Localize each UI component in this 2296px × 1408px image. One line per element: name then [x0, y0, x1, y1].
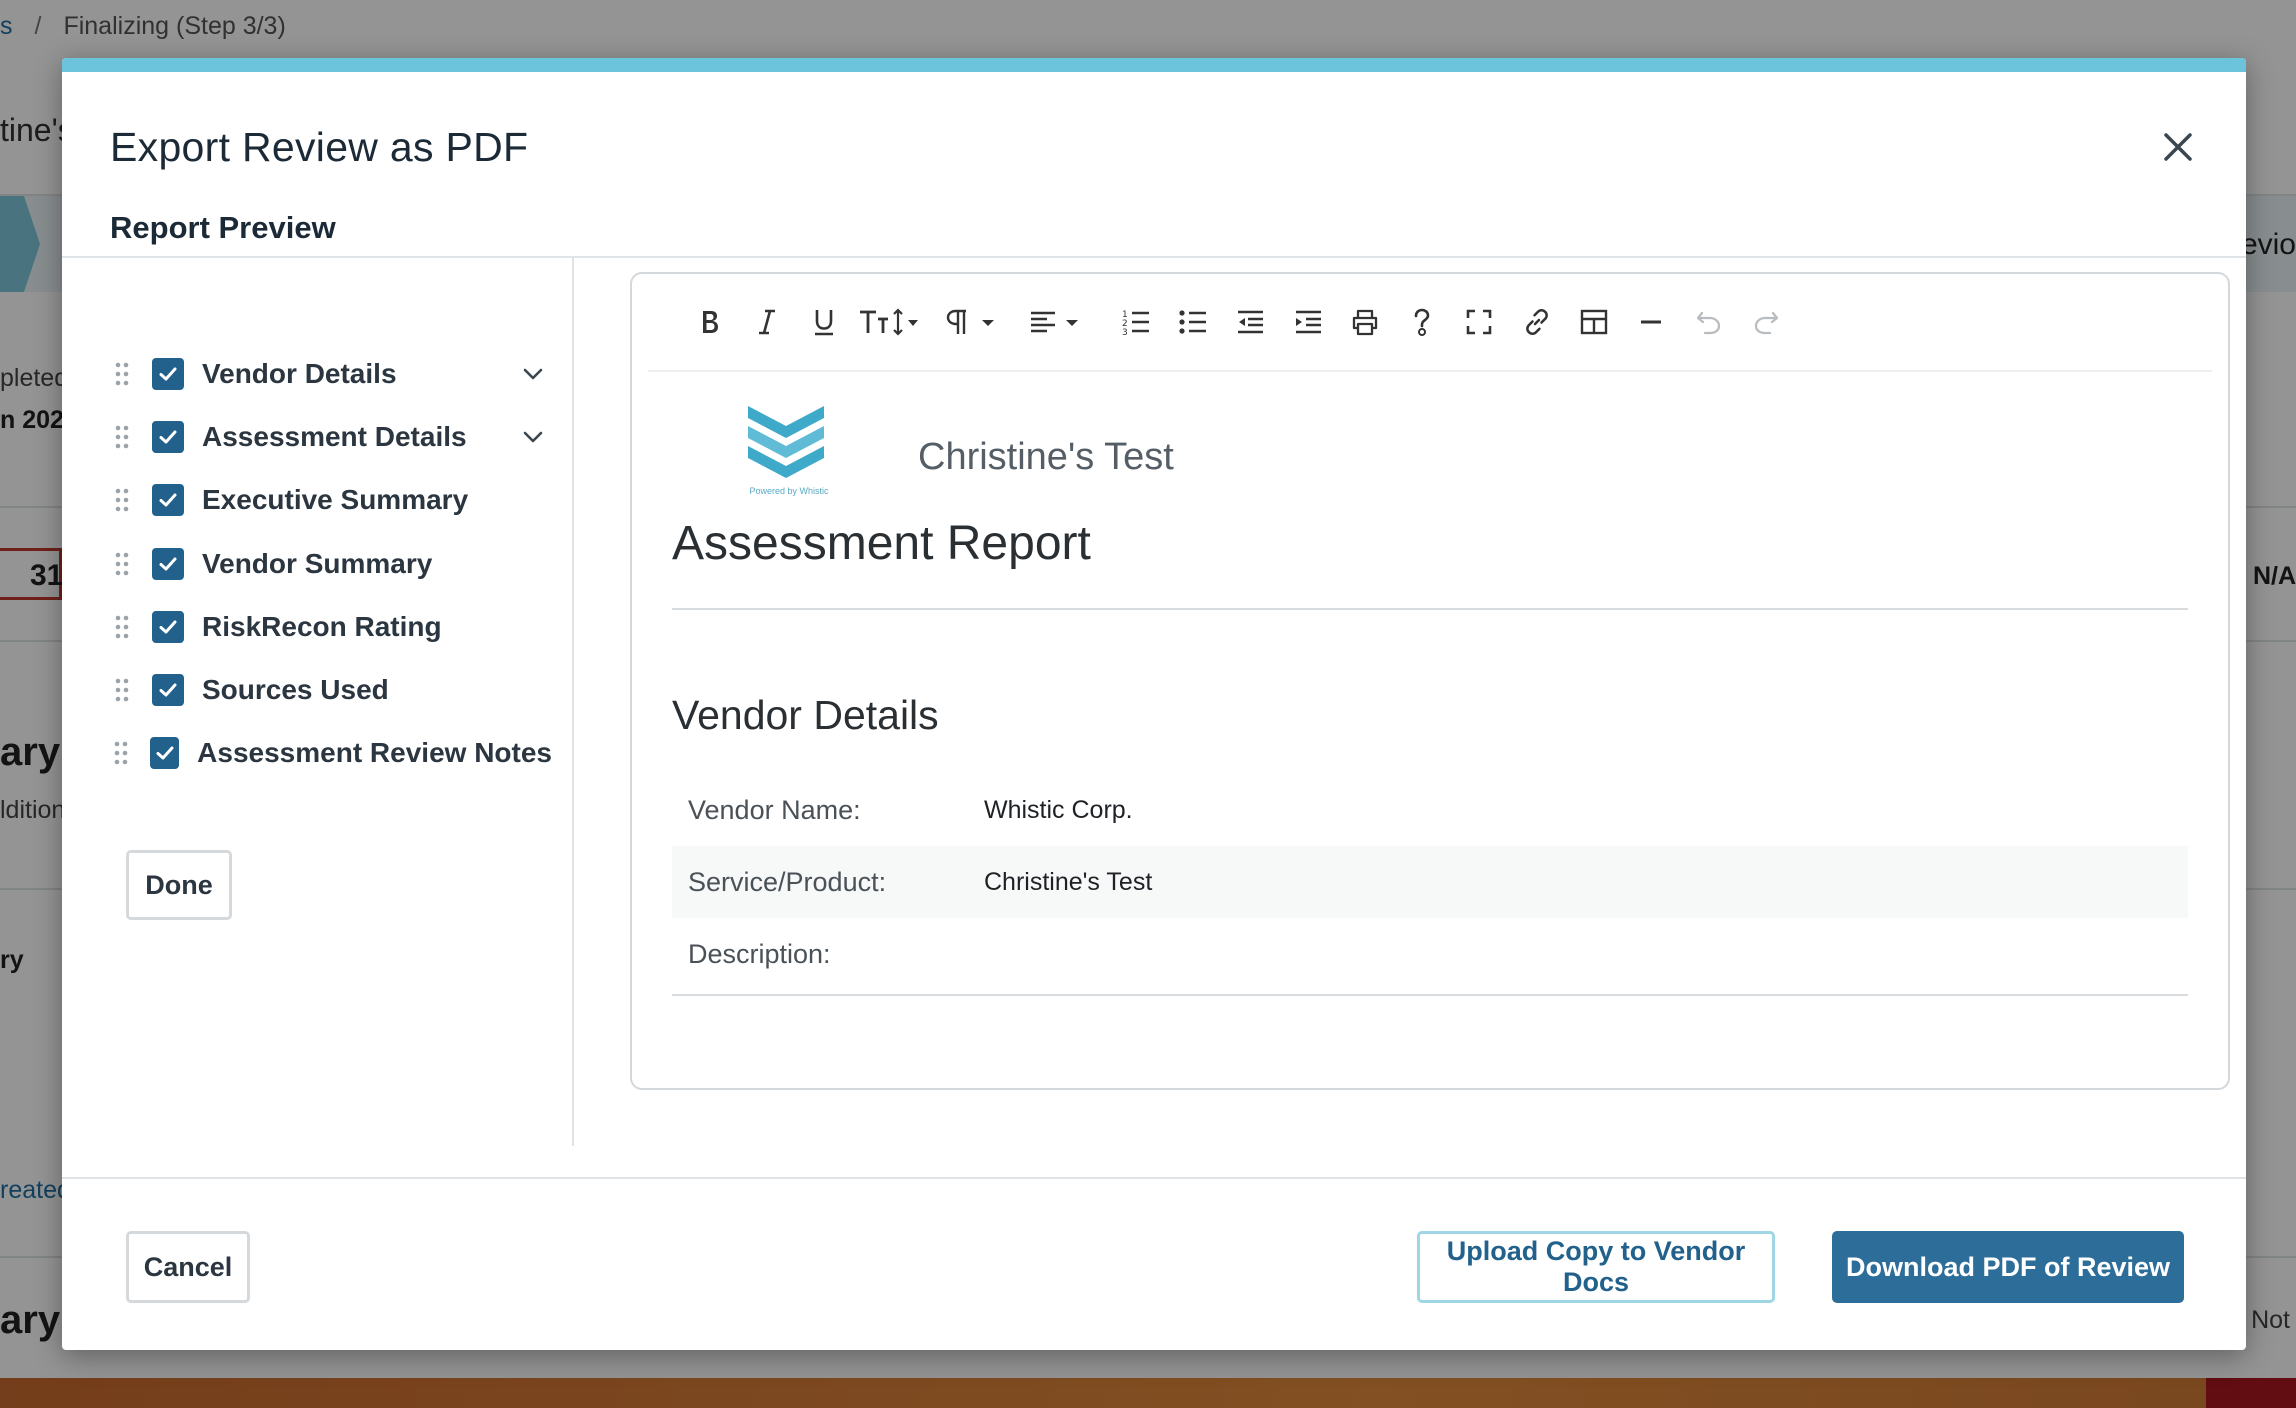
logo-caption: Powered by Whistic — [749, 486, 829, 496]
report-title: Assessment Report — [672, 517, 1091, 570]
download-pdf-button[interactable]: Download PDF of Review — [1832, 1231, 2184, 1303]
check-icon — [159, 683, 177, 697]
modal-footer: Cancel Upload Copy to Vendor Docs Downlo… — [62, 1177, 2246, 1350]
section-item-vendor-details[interactable]: Vendor Details — [112, 354, 552, 394]
modal-title: Export Review as PDF — [110, 124, 529, 170]
vendor-details-heading: Vendor Details — [672, 692, 939, 738]
document-divider — [672, 994, 2188, 996]
drag-handle-icon[interactable] — [112, 422, 132, 452]
section-label: Vendor Details — [202, 358, 397, 389]
drag-handle-icon[interactable] — [112, 675, 132, 705]
section-label: Executive Summary — [202, 484, 469, 515]
done-button[interactable]: Done — [126, 850, 232, 920]
company-name: Christine's Test — [918, 436, 1174, 478]
whistic-logo-icon — [748, 406, 824, 478]
font-size-icon[interactable] — [858, 300, 920, 344]
row-value: Whistic Corp. — [984, 795, 1133, 824]
upload-copy-button[interactable]: Upload Copy to Vendor Docs — [1417, 1231, 1775, 1303]
section-checkbox[interactable] — [152, 484, 184, 516]
section-label: RiskRecon Rating — [202, 611, 442, 642]
report-preview-title: Report Preview — [110, 210, 336, 245]
bold-icon[interactable] — [690, 300, 730, 344]
table-icon[interactable] — [1574, 300, 1614, 344]
row-key: Description: — [688, 938, 831, 969]
drag-handle-icon[interactable] — [112, 549, 132, 579]
drag-handle-icon[interactable] — [112, 738, 130, 768]
section-label: Assessment Review Notes — [197, 737, 552, 768]
chevron-down-icon[interactable] — [518, 359, 548, 389]
section-item-executive-summary[interactable]: Executive Summary — [112, 480, 552, 520]
section-label: Assessment Details — [202, 421, 467, 452]
section-list: Vendor Details Assessment Details Execut… — [62, 258, 574, 1146]
print-icon[interactable] — [1345, 300, 1385, 344]
undo-icon[interactable] — [1689, 300, 1729, 344]
section-checkbox[interactable] — [152, 358, 184, 390]
table-row: Description: — [672, 918, 2188, 990]
document-divider — [672, 608, 2188, 610]
table-row: Vendor Name: Whistic Corp. — [672, 774, 2188, 846]
fullscreen-icon[interactable] — [1459, 300, 1499, 344]
paragraph-format-icon[interactable] — [944, 300, 1006, 344]
section-checkbox[interactable] — [152, 548, 184, 580]
section-checkbox[interactable] — [152, 421, 184, 453]
check-icon — [159, 367, 177, 381]
section-checkbox[interactable] — [152, 611, 184, 643]
modal-body: Vendor Details Assessment Details Execut… — [62, 258, 2246, 1146]
chevron-down-icon[interactable] — [518, 422, 548, 452]
check-icon — [156, 746, 174, 760]
section-checkbox[interactable] — [150, 737, 180, 769]
table-row: Service/Product: Christine's Test — [672, 846, 2188, 918]
section-item-assessment-details[interactable]: Assessment Details — [112, 417, 552, 457]
outdent-icon[interactable] — [1230, 300, 1270, 344]
export-pdf-modal: Export Review as PDF Report Preview Vend… — [62, 58, 2246, 1350]
help-icon[interactable] — [1402, 300, 1442, 344]
close-button[interactable] — [2158, 127, 2198, 167]
ordered-list-icon[interactable]: 123 — [1116, 300, 1156, 344]
row-key: Service/Product: — [688, 866, 887, 897]
underline-icon[interactable] — [804, 300, 844, 344]
unordered-list-icon[interactable] — [1173, 300, 1213, 344]
check-icon — [159, 493, 177, 507]
align-icon[interactable] — [1028, 300, 1090, 344]
close-icon — [2164, 133, 2192, 161]
section-item-assessment-review-notes[interactable]: Assessment Review Notes — [112, 733, 552, 773]
link-icon[interactable] — [1517, 300, 1557, 344]
drag-handle-icon[interactable] — [112, 612, 132, 642]
svg-text:3: 3 — [1122, 328, 1128, 336]
italic-icon[interactable] — [747, 300, 787, 344]
report-editor: 123 Powered by Whistic Christine's Test … — [630, 272, 2230, 1090]
drag-handle-icon[interactable] — [112, 359, 132, 389]
horizontal-line-icon[interactable] — [1631, 300, 1671, 344]
check-icon — [159, 430, 177, 444]
modal-header: Export Review as PDF — [62, 72, 2246, 258]
row-key: Vendor Name: — [688, 794, 861, 825]
cancel-button[interactable]: Cancel — [126, 1231, 250, 1303]
redo-icon[interactable] — [1746, 300, 1786, 344]
row-value: Christine's Test — [984, 867, 1153, 896]
section-item-riskrecon-rating[interactable]: RiskRecon Rating — [112, 607, 552, 647]
modal-accent-bar — [62, 58, 2246, 72]
drag-handle-icon[interactable] — [112, 485, 132, 515]
section-item-vendor-summary[interactable]: Vendor Summary — [112, 544, 552, 584]
section-label: Vendor Summary — [202, 548, 433, 579]
section-item-sources-used[interactable]: Sources Used — [112, 670, 552, 710]
indent-icon[interactable] — [1288, 300, 1328, 344]
editor-toolbar: 123 — [648, 274, 2212, 372]
check-icon — [159, 557, 177, 571]
section-checkbox[interactable] — [152, 674, 184, 706]
check-icon — [159, 620, 177, 634]
section-label: Sources Used — [202, 674, 389, 705]
